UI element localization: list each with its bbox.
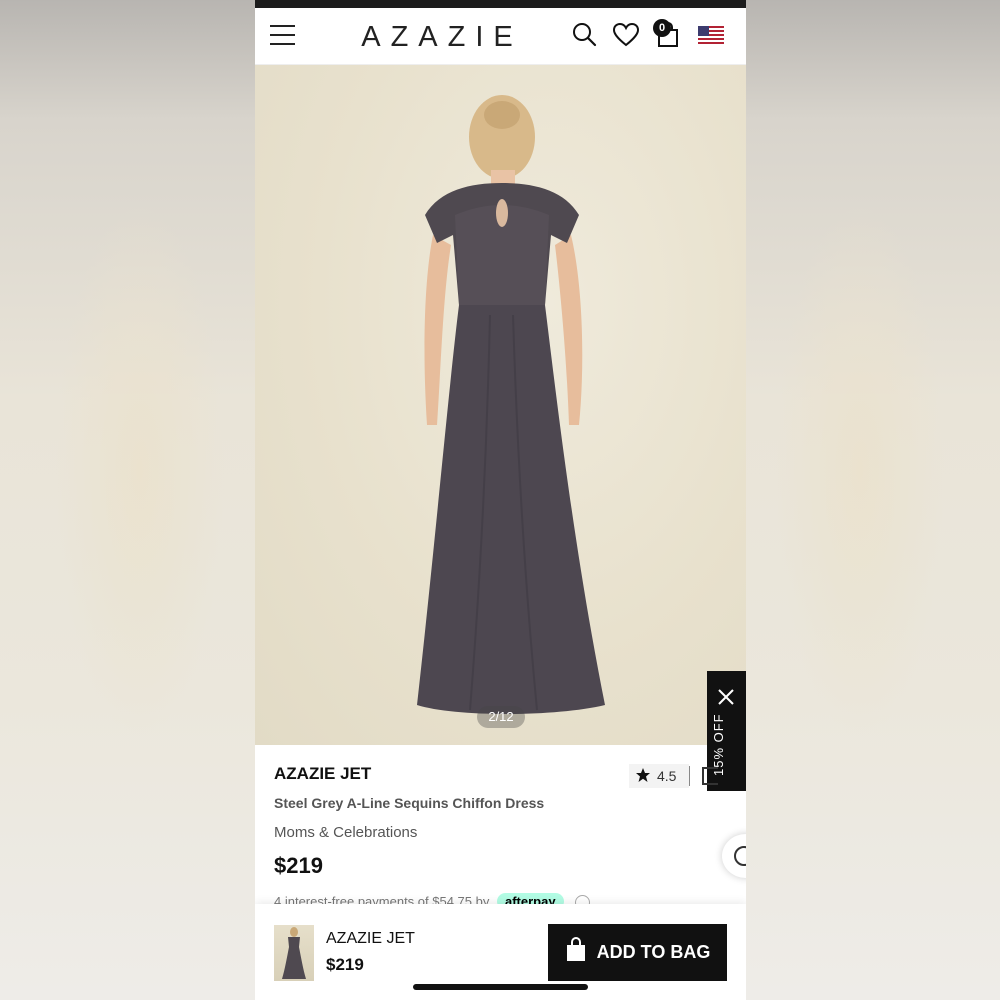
add-to-bag-button[interactable]: ADD TO BAG [548, 924, 727, 981]
brand-logo[interactable]: AZAZIE [352, 21, 532, 54]
heart-icon[interactable] [612, 20, 640, 50]
chat-button[interactable] [722, 834, 746, 878]
shopping-bag-icon[interactable]: 0 [653, 19, 682, 50]
home-indicator [413, 984, 588, 990]
rating-badge[interactable]: 4.5 [629, 764, 689, 788]
site-header: AZAZIE 0 [255, 8, 746, 65]
search-icon[interactable] [571, 20, 599, 50]
product-thumbnail [274, 925, 314, 981]
product-name: Steel Grey A-Line Sequins Chiffon Dress [274, 795, 545, 811]
phone-screen: AZAZIE 0 2/12 15% OFF AZAZIE JET 4.5 Ste… [255, 0, 746, 1000]
promo-label: 15% OFF [711, 713, 726, 776]
bag-count-badge: 0 [653, 19, 671, 37]
sticky-add-to-bag-bar: AZAZIE JET $219 ADD TO BAG [255, 904, 746, 1000]
us-flag-icon[interactable] [698, 26, 724, 44]
star-icon [635, 767, 651, 786]
hamburger-menu-icon[interactable] [270, 25, 295, 47]
add-to-bag-label: ADD TO BAG [596, 942, 711, 962]
bag-icon [565, 937, 587, 968]
share-icon[interactable] [702, 767, 718, 785]
status-bar [255, 0, 746, 8]
product-category[interactable]: Moms & Celebrations [274, 824, 417, 841]
dress-model-illustration [417, 95, 605, 714]
rating-value: 4.5 [657, 768, 677, 784]
product-brand: AZAZIE JET [274, 764, 372, 783]
image-counter: 2/12 [477, 706, 525, 728]
divider [689, 766, 690, 786]
chat-icon [734, 846, 746, 866]
product-image[interactable]: 2/12 [255, 65, 746, 745]
product-price: $219 [274, 853, 323, 878]
bottom-product-name: AZAZIE JET [326, 930, 415, 947]
bottom-product-price: $219 [326, 955, 364, 974]
